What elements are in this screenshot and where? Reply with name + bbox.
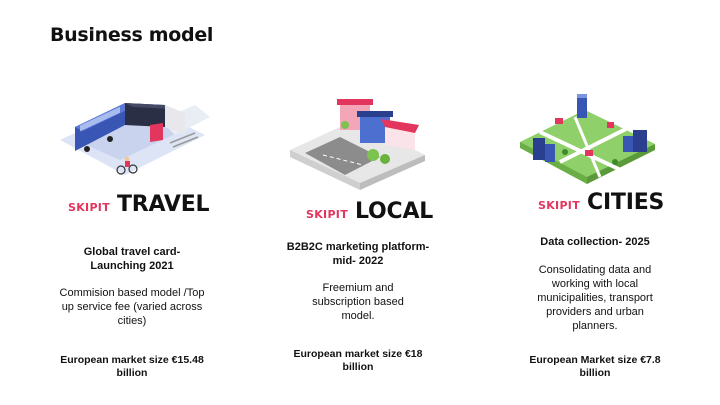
brand-local: SKIPIT LOCAL [306, 199, 433, 224]
column-heading: Global travel card- Launching 2021 [83, 246, 181, 272]
brand-name: LOCAL [355, 199, 434, 224]
brand-prefix: SKIPIT [538, 199, 580, 212]
column-heading: Data collection- 2025 [540, 236, 650, 248]
brand-cities: SKIPIT CITIES [538, 190, 664, 215]
market-size: European Market size €7.8 billion [529, 354, 661, 379]
brand-travel: SKIPIT TRAVEL [68, 192, 210, 217]
column-description: Commision based model /Top up service fe… [59, 287, 205, 327]
brand-name: CITIES [587, 190, 665, 215]
page-title: Business model [50, 24, 214, 46]
column-description: Consolidating data and working with loca… [537, 264, 653, 332]
column-heading: B2B2C marketing platform- mid- 2022 [286, 241, 430, 267]
market-size: European market size €15.48 billion [60, 354, 204, 379]
brand-prefix: SKIPIT [68, 201, 110, 214]
brand-name: TRAVEL [117, 192, 210, 217]
column-cities: Data collection- 2025 Consolidating data… [515, 235, 675, 380]
market-size: European market size €18 billion [293, 348, 423, 373]
travel-illustration [60, 103, 210, 175]
column-description: Freemium and subscription based model. [312, 282, 404, 322]
cities-illustration [520, 94, 655, 184]
brand-prefix: SKIPIT [306, 208, 348, 221]
column-local: B2B2C marketing platform- mid- 2022 Free… [278, 240, 438, 374]
local-illustration [290, 99, 425, 190]
column-travel: Global travel card- Launching 2021 Commi… [52, 245, 212, 380]
